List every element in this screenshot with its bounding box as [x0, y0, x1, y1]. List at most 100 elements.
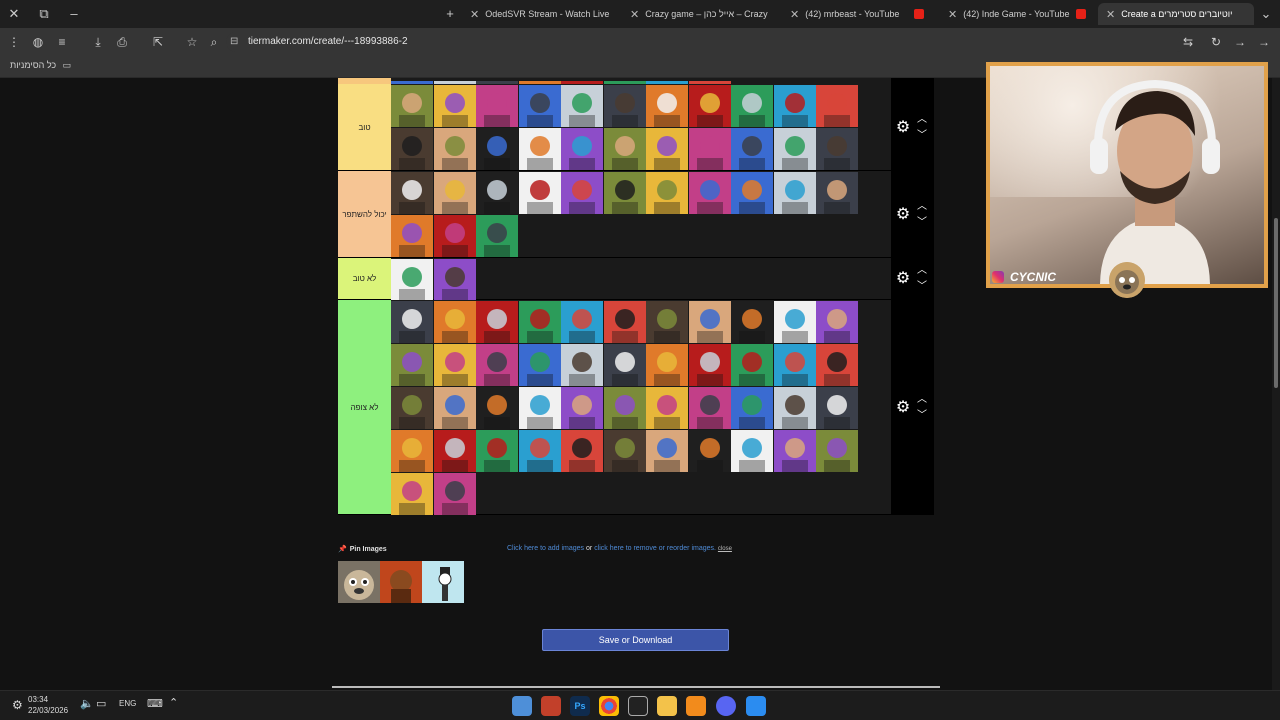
menu-icon[interactable]: ⋮	[6, 34, 22, 50]
tier-item-image[interactable]	[773, 344, 816, 386]
tier-item-image[interactable]	[646, 387, 688, 429]
tier-item-image[interactable]	[433, 387, 476, 429]
tab-close-icon[interactable]: ✕	[1106, 8, 1115, 21]
chevron-up-icon[interactable]: ⌃	[169, 696, 178, 709]
windows-icon[interactable]	[746, 696, 766, 716]
app-icon[interactable]	[541, 696, 561, 716]
pin-images-toggle[interactable]: 📌 Pin Images	[338, 545, 387, 553]
move-down-icon[interactable]: ﹀	[915, 281, 929, 293]
save-or-download-button[interactable]: Save or Download	[542, 629, 729, 651]
tier-item-image[interactable]	[688, 172, 731, 214]
close-icon[interactable]: ✕	[6, 6, 22, 22]
move-down-icon[interactable]: ﹀	[915, 410, 929, 422]
epic-games-icon[interactable]	[628, 696, 648, 716]
tier-item-image[interactable]	[561, 301, 603, 343]
tier-item-image[interactable]	[773, 128, 816, 170]
gear-icon[interactable]: ⚙	[894, 119, 912, 137]
pool-image-fire[interactable]	[380, 561, 422, 603]
tier-item-image[interactable]	[816, 172, 858, 214]
tier-item-image[interactable]	[433, 344, 476, 386]
language-indicator[interactable]: ENG	[119, 699, 136, 708]
tier-item-image[interactable]	[816, 301, 858, 343]
file-explorer-icon[interactable]	[657, 696, 677, 716]
tier-item-image[interactable]	[816, 85, 858, 127]
tier-item-image[interactable]	[731, 172, 773, 214]
tab-close-icon[interactable]: ✕	[630, 8, 639, 21]
tier-item-image[interactable]	[646, 301, 688, 343]
address-bar[interactable]: ⊟ tiermaker.com/create/---18993886-2	[226, 32, 1186, 52]
tier-item-image[interactable]	[603, 172, 646, 214]
close-link[interactable]: close	[718, 546, 732, 552]
tier-item-image[interactable]	[646, 430, 688, 472]
tier-item-image[interactable]	[731, 430, 773, 472]
tier-item-image[interactable]	[476, 430, 518, 472]
tier-item-image[interactable]	[773, 301, 816, 343]
print-icon[interactable]: ⎙	[114, 34, 130, 50]
tier-label[interactable]: לא צופה	[338, 300, 391, 514]
tier-item-image[interactable]	[688, 387, 731, 429]
download-icon[interactable]: ⤓	[90, 34, 106, 50]
tier-item-image[interactable]	[476, 215, 518, 257]
tier-item-image[interactable]	[603, 128, 646, 170]
move-up-icon[interactable]: ︿	[915, 201, 929, 213]
tier-item-image[interactable]	[816, 430, 858, 472]
tier-item-image[interactable]	[391, 430, 433, 472]
tier-item-image[interactable]	[646, 128, 688, 170]
tab-search-icon[interactable]: ⌄	[1258, 6, 1274, 22]
tier-item-image[interactable]	[433, 430, 476, 472]
tier-item-image[interactable]	[688, 85, 731, 127]
tier-item-image[interactable]	[731, 387, 773, 429]
tier-item-image[interactable]	[518, 172, 561, 214]
tier-item-image[interactable]	[603, 430, 646, 472]
tier-item-image[interactable]	[773, 172, 816, 214]
tab-tiermaker[interactable]: ✕ Create a יוטיוברים סטרימרים	[1098, 3, 1254, 25]
tune-icon[interactable]: ⇆	[1180, 34, 1196, 50]
tier-item-image[interactable]	[688, 430, 731, 472]
tier-item-image[interactable]	[731, 85, 773, 127]
pool-image-sketch[interactable]	[422, 561, 464, 603]
tier-item-image[interactable]	[433, 85, 476, 127]
tier-item-image[interactable]	[476, 344, 518, 386]
tab-mrbeast[interactable]: ✕ (42) mrbeast - YouTube	[782, 3, 932, 25]
tier-item-image[interactable]	[518, 344, 561, 386]
tier-item-image[interactable]	[561, 85, 603, 127]
tier-item-image[interactable]	[773, 85, 816, 127]
restore-icon[interactable]: ⧉	[36, 6, 52, 22]
tier-item-image[interactable]	[731, 344, 773, 386]
notepad-icon[interactable]	[512, 696, 532, 716]
tab-close-icon[interactable]: ✕	[948, 8, 957, 21]
tier-item-image[interactable]	[433, 215, 476, 257]
scrollbar-thumb[interactable]	[1274, 218, 1278, 388]
tier-item-image[interactable]	[603, 85, 646, 127]
tier-label[interactable]: טוב	[338, 84, 391, 170]
keyboard-icon[interactable]: ⌨	[147, 697, 163, 710]
tier-item-image[interactable]	[518, 387, 561, 429]
site-info-icon[interactable]: ⊟	[230, 32, 238, 52]
tier-item-image[interactable]	[391, 85, 433, 127]
tier-item-image[interactable]	[646, 85, 688, 127]
tier-item-image[interactable]	[433, 301, 476, 343]
tier-item-image[interactable]	[646, 172, 688, 214]
tab-inde-game[interactable]: ✕ (42) Inde Game - YouTube	[940, 3, 1094, 25]
volume-icon[interactable]: 🔈	[80, 697, 94, 710]
folder-app-icon[interactable]	[686, 696, 706, 716]
tier-item-image[interactable]	[603, 344, 646, 386]
tier-item-image[interactable]	[518, 85, 561, 127]
tier-item-image[interactable]	[476, 301, 518, 343]
tier-item-image[interactable]	[391, 473, 433, 515]
tier-item-image[interactable]	[476, 172, 518, 214]
tier-item-image[interactable]	[518, 430, 561, 472]
tier-item-image[interactable]	[391, 344, 433, 386]
tab-close-icon[interactable]: ✕	[790, 8, 799, 21]
tab-crazy-game[interactable]: ✕ Crazy game – אייל כהן – Crazy	[622, 3, 780, 25]
new-tab-icon[interactable]: +	[442, 6, 458, 22]
tier-item-image[interactable]	[646, 344, 688, 386]
back-icon[interactable]: →	[1256, 34, 1272, 50]
reload-icon[interactable]: ↻	[1208, 34, 1224, 50]
tier-item-image[interactable]	[476, 128, 518, 170]
gear-icon[interactable]: ⚙	[894, 399, 912, 417]
tier-item-image[interactable]	[391, 301, 433, 343]
tier-item-image[interactable]	[391, 215, 433, 257]
discord-icon[interactable]	[716, 696, 736, 716]
tier-item-image[interactable]	[433, 259, 476, 301]
